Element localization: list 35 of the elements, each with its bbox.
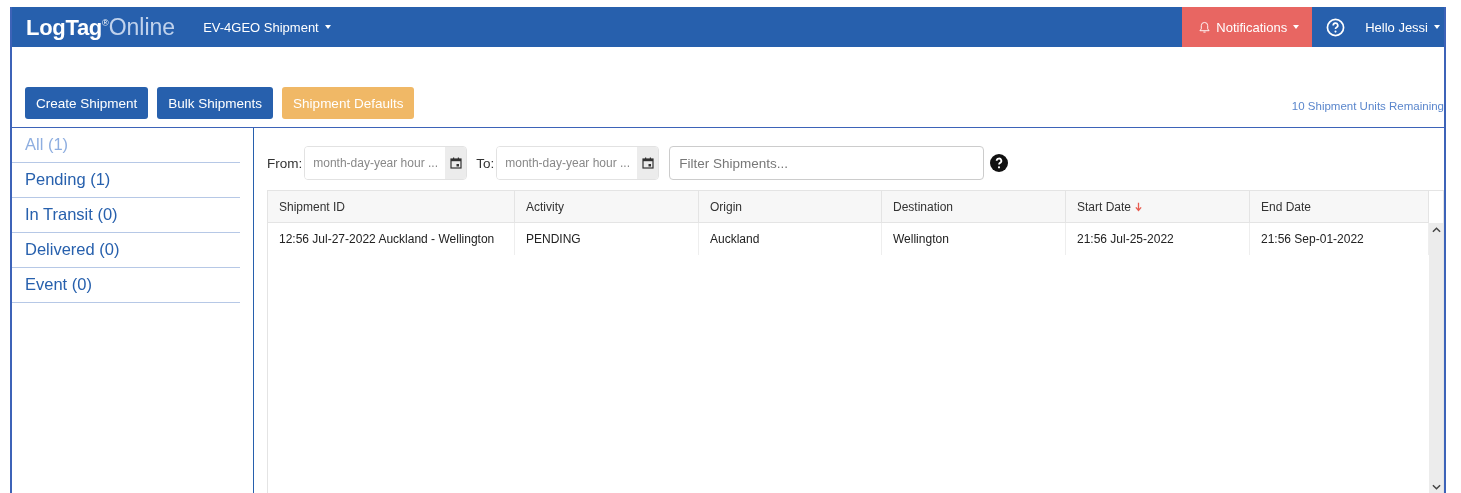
table-cell: Wellington — [882, 223, 1066, 255]
table-cell: Auckland — [699, 223, 882, 255]
from-date-field[interactable]: month-day-year hour ... — [304, 146, 468, 180]
to-label: To: — [476, 155, 495, 171]
logo[interactable]: LogTag$^{®}$Online — [26, 13, 176, 41]
to-date-field[interactable]: month-day-year hour ... — [496, 146, 660, 180]
table-cell: 12:56 Jul-27-2022 Auckland - Wellington — [268, 223, 515, 255]
sidebar-item[interactable]: Event (0) — [12, 268, 240, 303]
column-header[interactable]: Activity — [515, 191, 699, 222]
scrollbar[interactable] — [1429, 223, 1443, 493]
help-icon[interactable] — [1326, 17, 1346, 37]
action-button[interactable]: Bulk Shipments — [157, 87, 274, 119]
table-cell: 21:56 Jul-25-2022 — [1066, 223, 1250, 255]
filter-search-field[interactable]: Filter Shipments... — [669, 146, 985, 180]
bell-icon — [1199, 20, 1211, 34]
column-header[interactable]: Destination — [882, 191, 1066, 222]
calendar-icon[interactable] — [641, 157, 654, 169]
table-cell: PENDING — [515, 223, 699, 255]
shipment-menu[interactable]: EV-4GEO Shipment — [203, 7, 331, 47]
action-button[interactable]: Create Shipment — [25, 87, 149, 119]
sidebar-item[interactable]: Pending (1) — [12, 163, 240, 198]
units-remaining: 10 Shipment Units Remaining — [1291, 99, 1444, 112]
notifications-button[interactable]: Notifications — [1182, 7, 1313, 47]
calendar-icon[interactable] — [449, 157, 462, 169]
user-menu[interactable]: Hello Jessi — [1365, 7, 1444, 47]
sidebar-item[interactable]: Delivered (0) — [12, 233, 240, 268]
from-label: From: — [267, 155, 303, 171]
sidebar-item[interactable]: In Transit (0) — [12, 198, 240, 233]
column-header[interactable]: Origin — [699, 191, 882, 222]
help-icon[interactable] — [990, 154, 1009, 172]
column-header[interactable]: End Date — [1250, 191, 1429, 222]
column-header[interactable]: Shipment ID — [268, 191, 515, 222]
scroll-up-icon[interactable] — [1431, 227, 1441, 233]
column-header[interactable]: Start Date — [1066, 191, 1250, 222]
scroll-down-icon[interactable] — [1431, 484, 1441, 490]
